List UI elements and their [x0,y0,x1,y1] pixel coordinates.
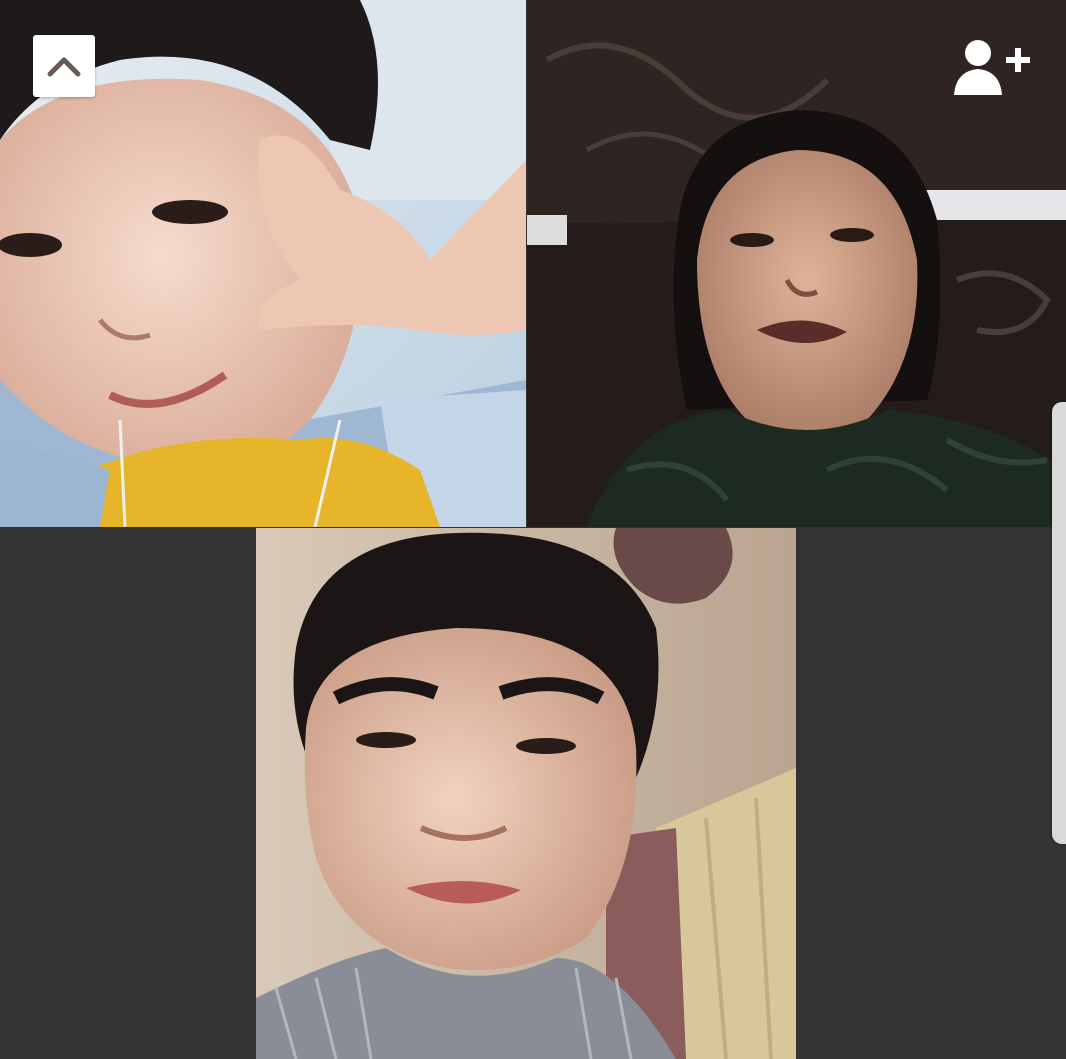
chevron-up-icon [47,57,81,77]
video-call-screen [0,0,1066,1059]
side-panel-handle[interactable] [1052,402,1066,844]
add-participant-button[interactable] [946,34,1036,100]
participant-video-feed-3 [256,528,796,1059]
participant-video-tile-3[interactable] [256,528,796,1059]
collapse-button[interactable] [33,35,95,97]
add-person-icon [954,40,1030,95]
